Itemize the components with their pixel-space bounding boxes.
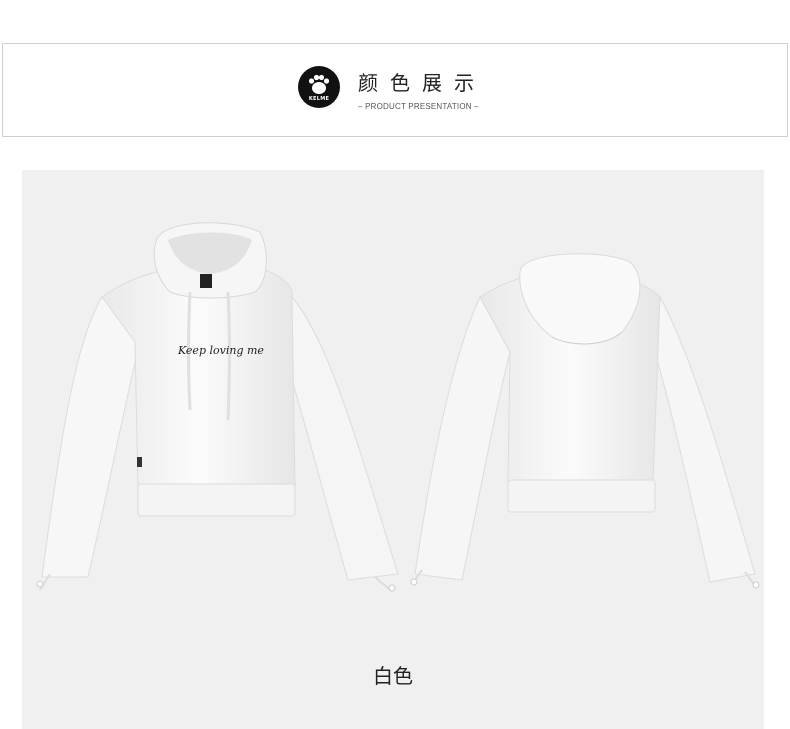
front-print-text: Keep loving me xyxy=(177,344,264,357)
section-title: 颜色展示 xyxy=(358,71,486,95)
logo-text: KELME xyxy=(308,96,330,102)
section-header: KELME 颜色展示 – PRODUCT PRESENTATION – xyxy=(2,43,788,137)
hoodie-front-image: Keep loving me xyxy=(36,222,399,592)
kelme-logo: KELME xyxy=(298,66,340,108)
hoodie-back-image xyxy=(410,253,760,589)
section-subtitle: – PRODUCT PRESENTATION – xyxy=(358,102,479,111)
product-photo: Keep loving me 白色 xyxy=(22,170,764,729)
color-label: 白色 xyxy=(373,664,413,688)
